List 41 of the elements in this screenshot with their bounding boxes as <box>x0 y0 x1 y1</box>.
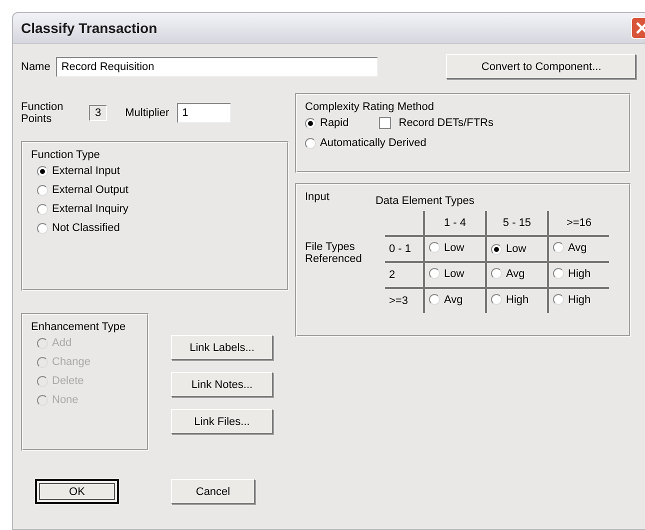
radio-option[interactable]: Avg <box>553 242 587 254</box>
radio-option[interactable]: Avg <box>429 294 463 306</box>
radio-option[interactable]: External Inquiry <box>37 203 128 215</box>
column-header: Data Element Types <box>375 195 474 207</box>
name-field[interactable]: Record Requisition <box>56 56 378 76</box>
multiplier-field[interactable]: 1 <box>177 103 232 123</box>
function-points-label: Function Points <box>21 101 64 125</box>
column-label: 5 - 15 <box>502 217 532 229</box>
group-title: Function Type <box>31 149 101 161</box>
radio-option[interactable]: Not Classified <box>37 222 120 234</box>
radio-option[interactable]: Avg <box>491 268 525 280</box>
column-label: >=16 <box>566 217 592 229</box>
group-title: Complexity Rating Method <box>305 101 436 113</box>
multiplier-label: Multiplier <box>125 107 170 119</box>
row-label: 0 - 1 <box>389 243 412 255</box>
radio-option[interactable]: High <box>553 294 591 306</box>
link-button[interactable]: Link Files... <box>171 409 273 434</box>
name-label: Name <box>21 60 50 72</box>
row-label: >=3 <box>389 295 408 307</box>
cancel-button[interactable]: Cancel <box>171 479 255 504</box>
radio-option[interactable]: High <box>553 268 591 280</box>
ok-button[interactable]: OK <box>35 479 119 504</box>
radio-option[interactable]: Low <box>429 268 464 280</box>
radio-option[interactable]: Rapid <box>305 117 349 129</box>
column-label: 1 - 4 <box>444 217 466 229</box>
radio-option[interactable]: Automatically Derived <box>305 137 426 149</box>
radio-option[interactable]: Low <box>429 242 464 254</box>
link-button[interactable]: Link Labels... <box>171 335 273 360</box>
row-header: File Types Referenced <box>305 241 363 265</box>
group-title: Input <box>305 191 330 205</box>
convert-button[interactable]: Convert to Component... <box>446 54 636 79</box>
checkbox[interactable]: Record DETs/FTRs <box>378 117 494 129</box>
group-title: Enhancement Type <box>31 321 127 333</box>
function-points-value: 3 <box>89 105 108 121</box>
window-title: Classify Transaction <box>21 20 158 36</box>
row-label: 2 <box>389 269 396 281</box>
radio-option[interactable]: High <box>491 294 529 306</box>
link-button[interactable]: Link Notes... <box>171 372 273 397</box>
radio-option[interactable]: External Input <box>37 165 120 177</box>
radio-option[interactable]: External Output <box>37 184 128 196</box>
radio-option[interactable]: Low <box>491 243 526 256</box>
